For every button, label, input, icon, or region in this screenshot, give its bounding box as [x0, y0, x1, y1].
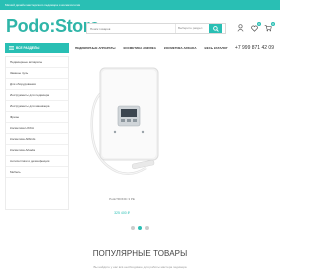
sidebar-item[interactable]: Замены пуль	[6, 68, 68, 79]
search-bar: Выберите раздел	[86, 23, 226, 34]
carousel-dot-active[interactable]	[138, 226, 142, 230]
nav-item-andrea-cosmetics[interactable]: КОСМЕТИКА ANDREA	[123, 43, 155, 53]
pedicure-device-illustration	[90, 67, 159, 176]
sidebar-item[interactable]: Для оборудования	[6, 79, 68, 90]
main-nav: ПЕДИКЮРНЫЕ АППАРАТЫ КОСМЕТИКА ANDREA КОС…	[75, 43, 228, 53]
announcement-text: Мягкий дизайн мастерского педикюра и кос…	[5, 3, 81, 7]
wishlist-button[interactable]: 0	[250, 21, 261, 33]
section-subtitle: Вы найдёте у нас всё необходимое для раб…	[93, 265, 187, 269]
carousel-dot[interactable]	[131, 226, 135, 230]
search-button[interactable]	[209, 24, 222, 33]
sidebar-item[interactable]: Инструменты для маникюра	[6, 101, 68, 112]
cart-count-badge: 0	[271, 21, 275, 26]
search-input[interactable]	[87, 24, 175, 33]
section-title: ПОПУЛЯРНЫЕ ТОВАРЫ	[92, 249, 188, 258]
sidebar-item[interactable]: Антисептики и дезинфекция	[6, 156, 68, 167]
sidebar-item[interactable]: Фрезы	[6, 112, 68, 123]
product-name[interactable]: PodoTRONIC 3 PE	[107, 197, 137, 201]
all-categories-label: ВСЕ РАЗДЕЛЫ	[16, 46, 40, 50]
phone-number[interactable]: +7 999 871 42 09	[235, 43, 274, 53]
sidebar-item[interactable]: Косметика LIKKA	[6, 123, 68, 134]
user-icon	[237, 24, 243, 32]
cart-button[interactable]: 0	[264, 21, 275, 33]
sidebar-item[interactable]: Мебель	[6, 167, 68, 178]
wishlist-count-badge: 0	[257, 21, 261, 26]
nav-item-arkada-cosmetics[interactable]: КОСМЕТИКА ARKADA	[164, 43, 197, 53]
featured-product-image[interactable]	[88, 62, 162, 178]
menu-icon	[9, 46, 14, 50]
account-button[interactable]	[236, 24, 244, 33]
header-icons: 0 0	[236, 21, 275, 33]
carousel-dot[interactable]	[145, 226, 149, 230]
sidebar-item[interactable]: Косметика Arkada	[6, 145, 68, 156]
sidebar-item[interactable]: Инструменты для педикюра	[6, 90, 68, 101]
sidebar-item[interactable]: Косметика Allbirds	[6, 134, 68, 145]
search-icon	[212, 25, 219, 32]
product-price: 325 400 ₽	[114, 211, 130, 215]
sidebar-item[interactable]: Педикюрные аппараты	[6, 57, 68, 68]
top-announcement-bar: Мягкий дизайн мастерского педикюра и кос…	[0, 0, 280, 10]
search-category-select[interactable]: Выберите раздел	[175, 24, 209, 33]
nav-item-pedicure-devices[interactable]: ПЕДИКЮРНЫЕ АППАРАТЫ	[75, 43, 115, 53]
nav-item-full-catalog[interactable]: ВЕСЬ КАТАЛОГ	[205, 43, 228, 53]
category-sidebar: Педикюрные аппараты Замены пуль Для обор…	[5, 56, 69, 210]
heart-icon	[250, 25, 258, 32]
all-categories-button[interactable]: ВСЕ РАЗДЕЛЫ	[5, 43, 69, 53]
